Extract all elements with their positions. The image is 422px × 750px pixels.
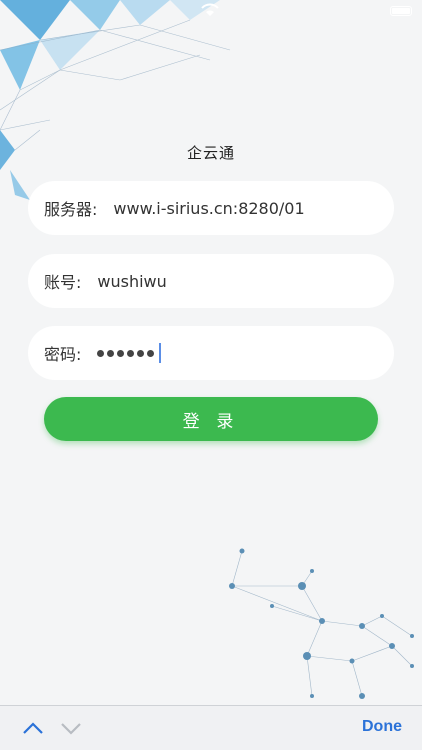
password-dot bbox=[107, 349, 115, 357]
server-label: 服务器: bbox=[44, 200, 98, 219]
keyboard-toolbar: Done bbox=[0, 705, 422, 750]
account-label: 账号: bbox=[44, 273, 82, 292]
status-bar bbox=[0, 0, 422, 22]
battery-icon bbox=[390, 6, 412, 16]
text-caret bbox=[159, 343, 162, 363]
decorative-network-art bbox=[229, 548, 414, 699]
chevron-up-icon[interactable] bbox=[22, 720, 44, 736]
password-input[interactable] bbox=[97, 343, 162, 363]
done-button[interactable]: Done bbox=[362, 718, 402, 736]
wifi-icon bbox=[201, 3, 219, 16]
account-field[interactable]: 账号: wushiwu bbox=[28, 254, 394, 308]
app-title: 企云通 bbox=[186, 144, 235, 162]
chevron-down-icon[interactable] bbox=[60, 720, 82, 736]
password-label: 密码: bbox=[44, 345, 82, 364]
server-field[interactable]: 服务器: www.i-sirius.cn:8280/01 bbox=[28, 181, 394, 235]
password-dot bbox=[97, 349, 105, 357]
server-input[interactable]: www.i-sirius.cn:8280/01 bbox=[113, 199, 304, 218]
password-dot bbox=[147, 349, 155, 357]
password-dot bbox=[117, 349, 125, 357]
login-button[interactable]: 登 录 bbox=[44, 397, 378, 441]
password-field[interactable]: 密码: bbox=[28, 326, 394, 380]
password-dot bbox=[127, 349, 135, 357]
account-input[interactable]: wushiwu bbox=[97, 272, 166, 291]
password-dot bbox=[137, 349, 145, 357]
